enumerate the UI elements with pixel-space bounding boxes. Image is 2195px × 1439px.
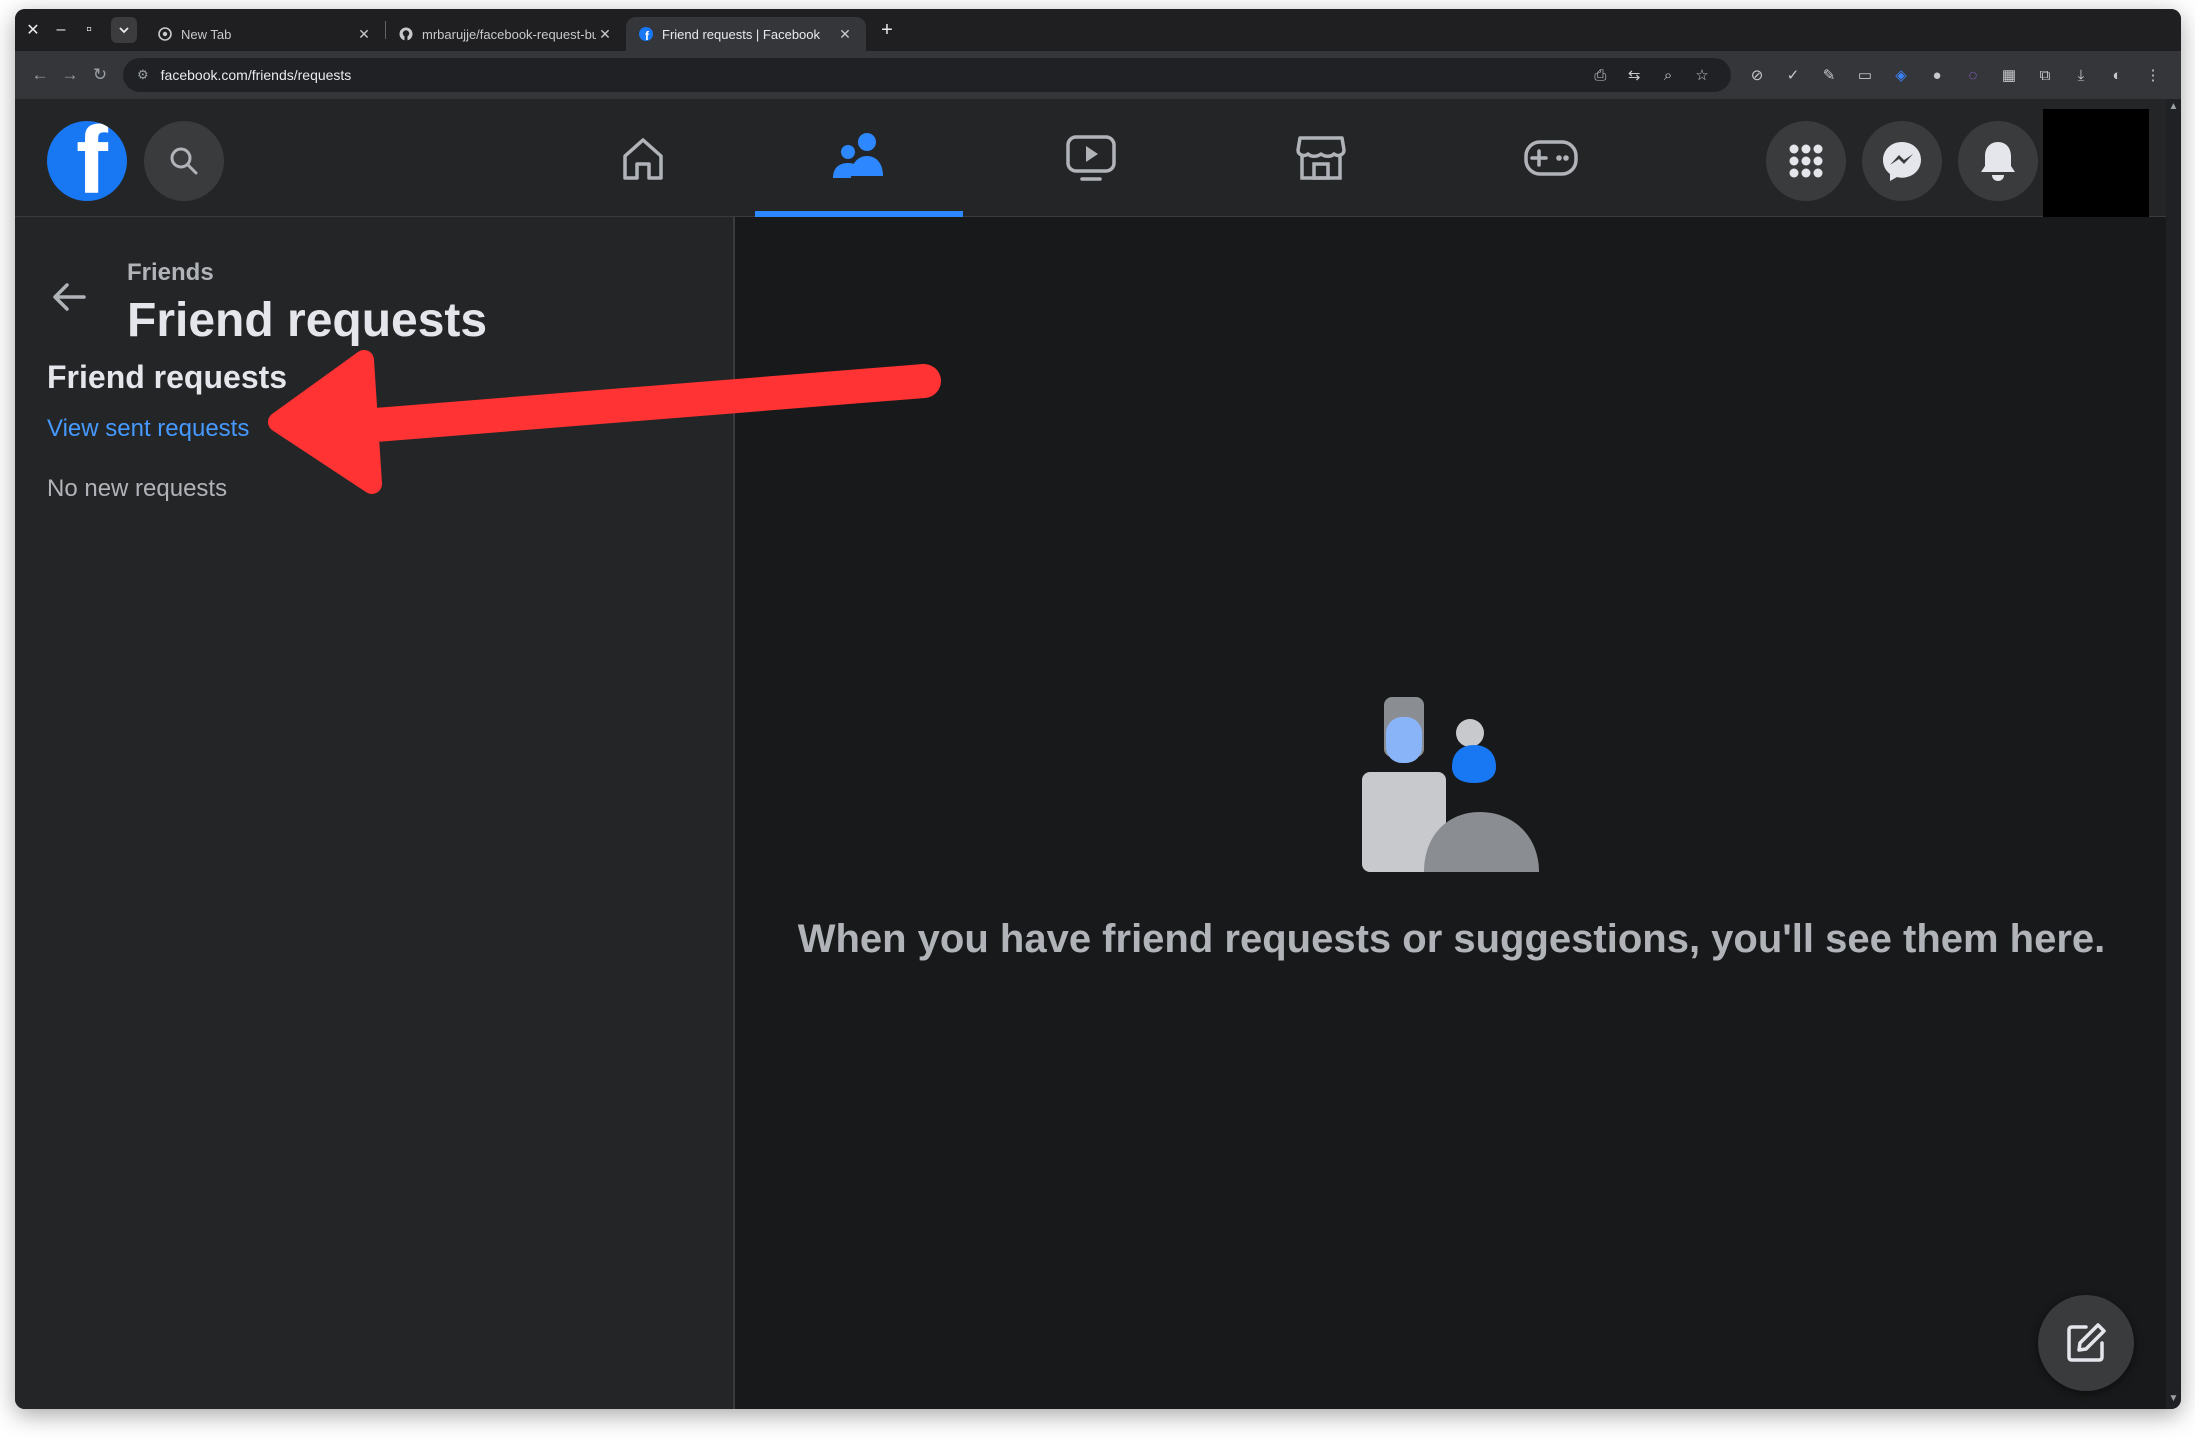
extension-block-icon[interactable]: ⊘ xyxy=(1739,66,1775,84)
gamepad-icon xyxy=(1524,140,1578,176)
zoom-icon[interactable]: ⌕ xyxy=(1653,67,1683,84)
menu-kebab-icon[interactable]: ⋮ xyxy=(2135,66,2171,84)
notifications-button[interactable] xyxy=(1958,121,2038,201)
compose-icon xyxy=(2067,1323,2106,1362)
extension-cookie-icon[interactable]: ● xyxy=(1919,67,1955,84)
nav-watch[interactable] xyxy=(987,99,1195,217)
close-tab-icon[interactable]: ✕ xyxy=(596,26,614,43)
new-tab-button[interactable]: + xyxy=(872,19,902,42)
scroll-down-icon[interactable]: ▼ xyxy=(2166,1393,2181,1404)
url-text: facebook.com/friends/requests xyxy=(160,67,352,83)
friends-sidebar: Friends Friend requests Friend requests … xyxy=(15,217,735,1409)
extensions-puzzle-icon[interactable]: ⧉ xyxy=(2027,67,2063,84)
search-icon xyxy=(170,147,198,175)
breadcrumb[interactable]: Friends xyxy=(127,259,214,287)
profile-icon[interactable]: ◐ xyxy=(2099,67,2135,84)
tab-search-button[interactable] xyxy=(111,17,137,43)
tab-github[interactable]: mrbarujje/facebook-request-bulk-cancel ✕ xyxy=(386,17,626,51)
back-icon[interactable]: ← xyxy=(25,60,55,90)
video-icon xyxy=(1066,135,1116,181)
extension-card-icon[interactable]: ▭ xyxy=(1847,66,1883,84)
minimize-window-icon[interactable]: – xyxy=(47,16,75,44)
reload-icon[interactable]: ↻ xyxy=(85,60,115,90)
bookmark-star-icon[interactable]: ☆ xyxy=(1687,66,1717,84)
back-button[interactable] xyxy=(47,275,91,319)
browser-window: ✕ – ▫ New Tab ✕ mrbarujje/facebook-reque… xyxy=(15,9,2181,1409)
new-message-button[interactable] xyxy=(2038,1295,2134,1391)
tab-title: Friend requests | Facebook xyxy=(662,26,821,42)
store-icon xyxy=(1296,136,1346,180)
close-tab-icon[interactable]: ✕ xyxy=(836,26,854,43)
install-app-icon[interactable]: ⎙ xyxy=(1585,67,1615,84)
facebook-logo[interactable]: f xyxy=(47,121,127,201)
extension-circle-icon[interactable]: ◌ xyxy=(1955,67,1991,84)
download-icon[interactable]: ⤓ xyxy=(2063,67,2099,84)
page-title: Friend requests xyxy=(127,294,488,347)
facebook-header: f xyxy=(15,99,2166,217)
tab-facebook[interactable]: f Friend requests | Facebook ✕ xyxy=(626,17,866,51)
github-icon xyxy=(398,26,414,42)
maximize-window-icon[interactable]: ▫ xyxy=(75,16,103,44)
page-scrollbar[interactable]: ▲ ▼ xyxy=(2166,99,2181,1409)
home-icon xyxy=(623,138,663,180)
chrome-icon xyxy=(157,26,173,42)
close-window-icon[interactable]: ✕ xyxy=(19,16,47,44)
logo-letter: f xyxy=(76,121,108,201)
friends-illustration xyxy=(1362,697,1539,872)
grid-menu-icon xyxy=(1789,144,1823,178)
tab-title: mrbarujje/facebook-request-bulk-cancel xyxy=(422,26,596,42)
person-face xyxy=(1386,717,1422,763)
nav-home[interactable] xyxy=(539,99,747,217)
main-content: When you have friend requests or suggest… xyxy=(737,217,2166,1409)
nav-friends[interactable] xyxy=(755,99,963,217)
extension-grid-icon[interactable]: ▦ xyxy=(1991,66,2027,84)
messenger-icon xyxy=(1883,142,1921,181)
extension-check-icon[interactable]: ✓ xyxy=(1775,66,1811,84)
nav-marketplace[interactable] xyxy=(1217,99,1425,217)
messenger-button[interactable] xyxy=(1862,121,1942,201)
empty-state-message: When you have friend requests or suggest… xyxy=(797,917,2106,961)
bell-icon xyxy=(1981,142,2015,181)
search-button[interactable] xyxy=(144,121,224,201)
tab-new-tab[interactable]: New Tab ✕ xyxy=(145,17,385,51)
nav-gaming[interactable] xyxy=(1447,99,1655,217)
translate-icon[interactable]: ⇆ xyxy=(1619,66,1649,84)
chevron-down-icon xyxy=(119,27,129,34)
friends-icon xyxy=(833,133,883,178)
child-body xyxy=(1452,745,1496,783)
close-tab-icon[interactable]: ✕ xyxy=(355,26,373,43)
extension-shield-icon[interactable]: ◈ xyxy=(1883,66,1919,84)
site-info-icon[interactable]: ⚙ xyxy=(137,67,149,83)
tab-title: New Tab xyxy=(181,26,232,42)
arrow-left-icon xyxy=(53,283,86,311)
facebook-icon: f xyxy=(638,26,654,42)
tab-bar: ✕ – ▫ New Tab ✕ mrbarujje/facebook-reque… xyxy=(15,9,2181,51)
avatar[interactable] xyxy=(2043,109,2149,217)
view-sent-requests-link[interactable]: View sent requests xyxy=(47,415,249,443)
address-bar[interactable]: ⚙ facebook.com/friends/requests ⎙ ⇆ ⌕ ☆ xyxy=(123,58,1731,92)
child-head xyxy=(1456,719,1484,747)
empty-requests-text: No new requests xyxy=(47,475,228,502)
menu-button[interactable] xyxy=(1766,121,1846,201)
forward-icon[interactable]: → xyxy=(55,60,85,90)
extension-pen-icon[interactable]: ✎ xyxy=(1811,66,1847,84)
browser-toolbar: ← → ↻ ⚙ facebook.com/friends/requests ⎙ … xyxy=(15,51,2181,99)
scroll-up-icon[interactable]: ▲ xyxy=(2166,101,2181,112)
section-title: Friend requests xyxy=(47,359,288,395)
